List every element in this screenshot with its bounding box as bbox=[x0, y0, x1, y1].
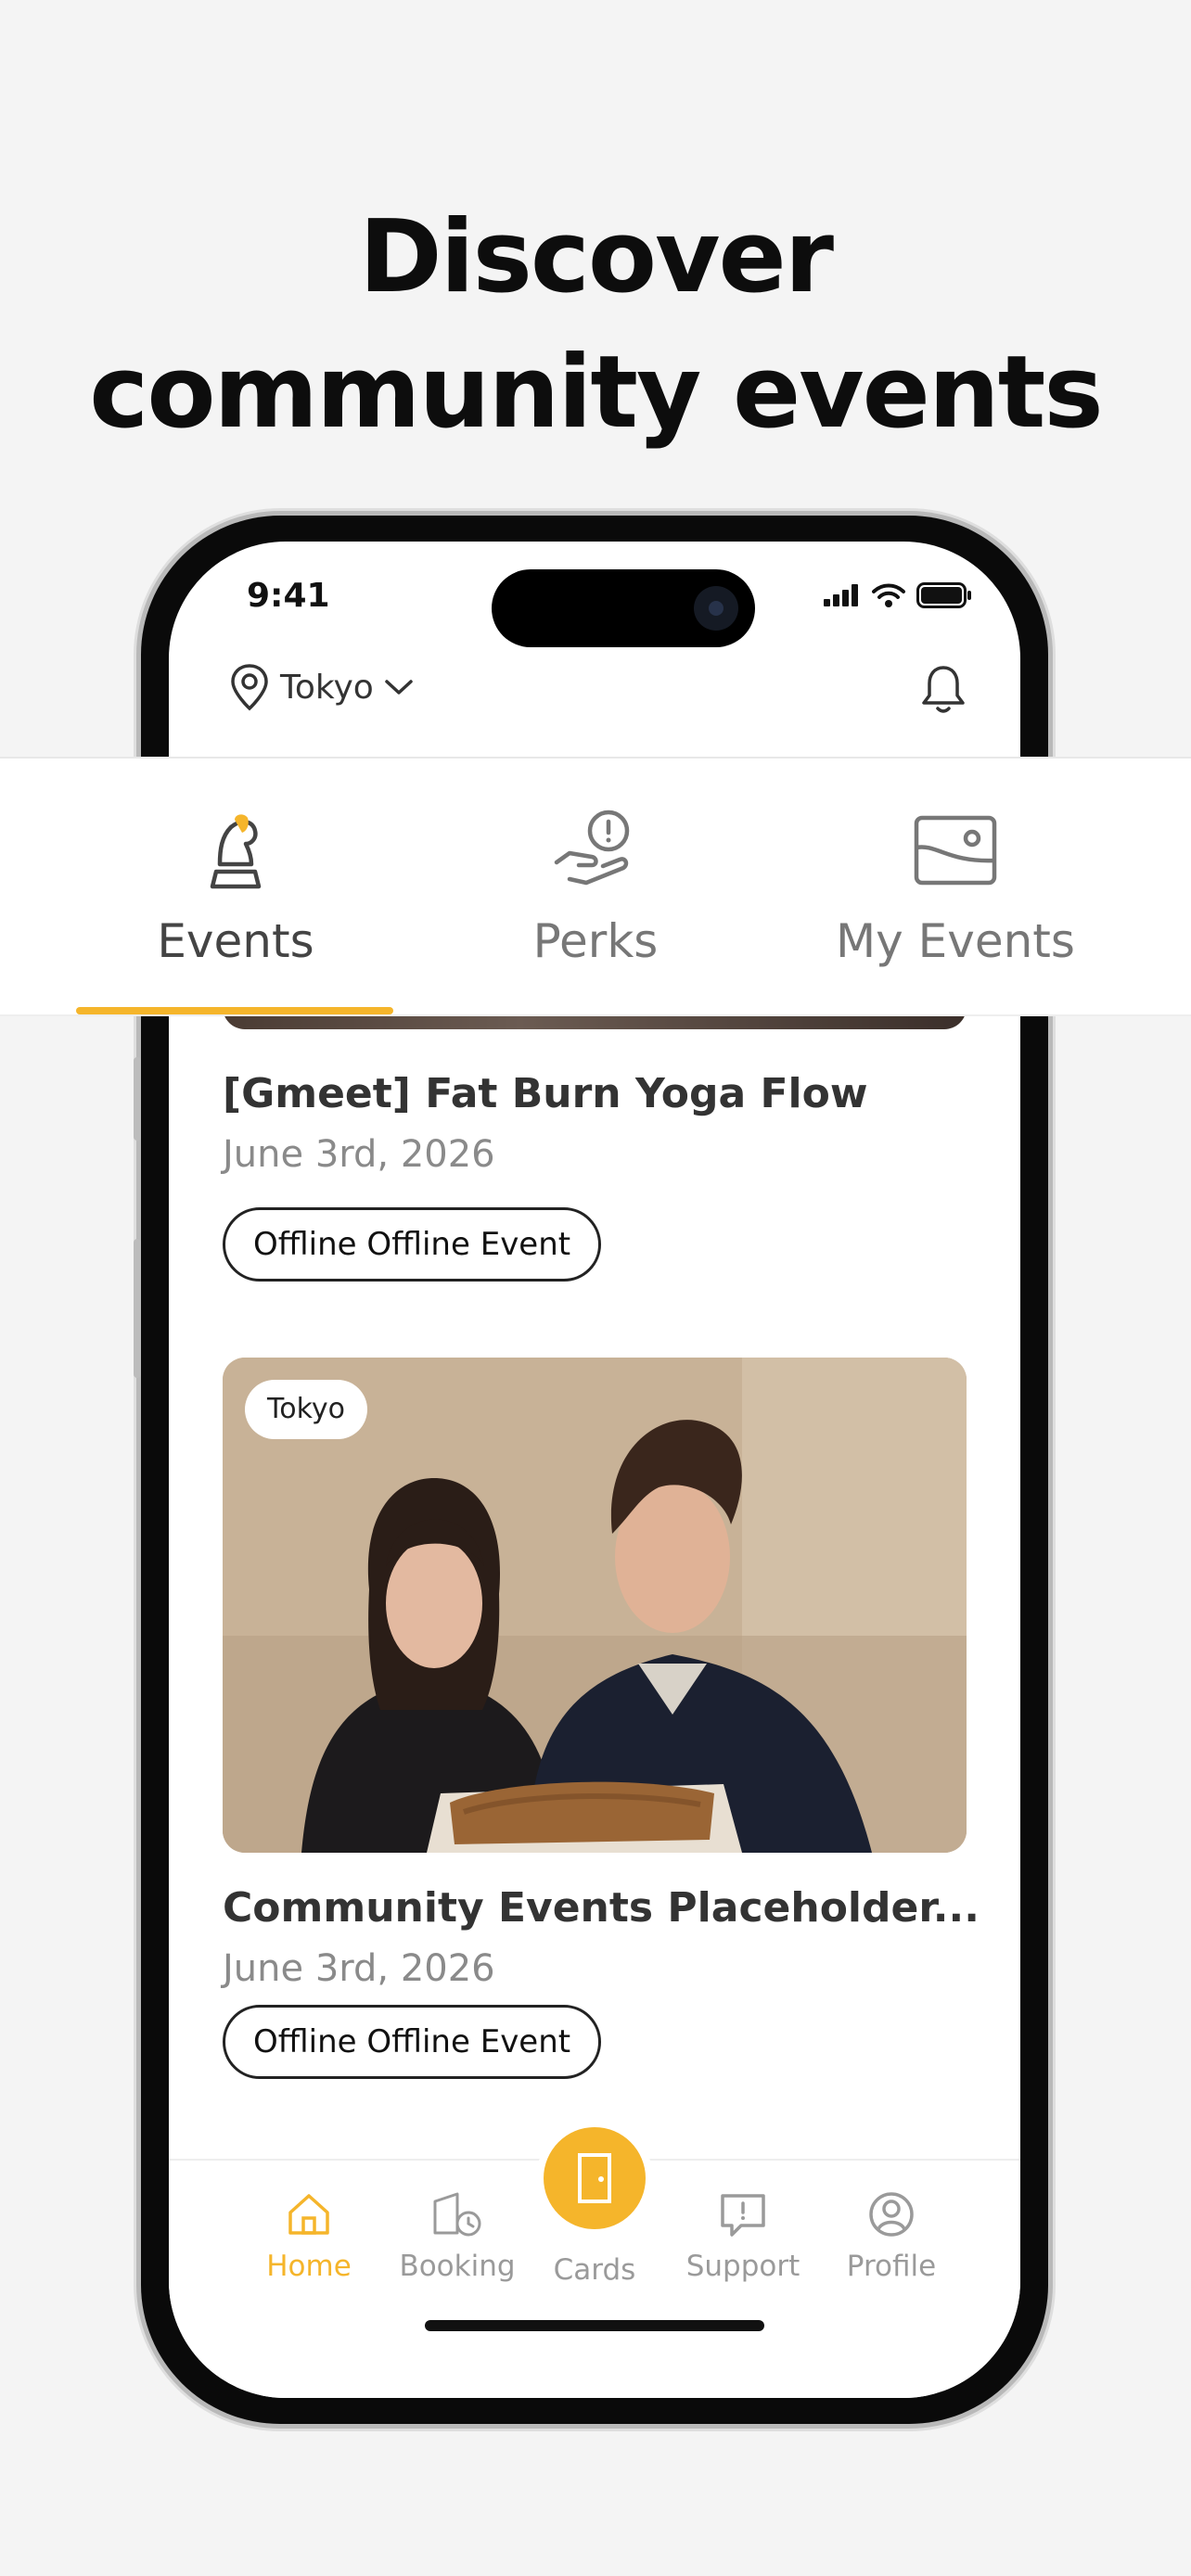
headline-line-2: community events bbox=[89, 335, 1103, 451]
nav-support-label: Support bbox=[685, 2250, 800, 2283]
phone-volume-button bbox=[134, 1239, 141, 1378]
knight-icon bbox=[210, 814, 262, 889]
status-icons bbox=[824, 582, 972, 608]
status-time: 9:41 bbox=[247, 577, 330, 615]
booking-icon bbox=[433, 2192, 481, 2237]
hand-coin-icon bbox=[554, 810, 630, 886]
cards-button[interactable] bbox=[544, 2127, 646, 2229]
active-tab-indicator bbox=[76, 1007, 393, 1014]
top-tabs: Events Perks My Events bbox=[0, 759, 1191, 1014]
nav-booking[interactable]: Booking bbox=[388, 2188, 527, 2283]
event-date: June 3rd, 2026 bbox=[223, 1133, 495, 1176]
event-type-chip[interactable]: Offline Offline Event bbox=[223, 1207, 602, 1282]
location-selector[interactable]: Tokyo bbox=[228, 662, 415, 712]
tab-my-events-label: My Events bbox=[836, 914, 1075, 968]
phone-mute-switch bbox=[134, 1057, 141, 1141]
tab-perks[interactable]: Perks bbox=[447, 807, 744, 968]
location-label: Tokyo bbox=[280, 668, 374, 707]
event-type-chip[interactable]: Offline Offline Event bbox=[223, 2005, 602, 2079]
pin-icon bbox=[231, 664, 268, 711]
door-icon bbox=[578, 2153, 611, 2203]
dynamic-island bbox=[492, 569, 755, 647]
nav-support[interactable]: Support bbox=[673, 2188, 813, 2283]
tab-my-events[interactable]: My Events bbox=[807, 807, 1104, 968]
chevron-down-icon bbox=[385, 680, 413, 695]
nav-cards[interactable]: Cards bbox=[525, 2253, 664, 2287]
wifi-icon bbox=[872, 583, 905, 607]
nav-home-label: Home bbox=[266, 2250, 352, 2283]
profile-icon bbox=[869, 2192, 914, 2237]
notifications-button[interactable] bbox=[918, 662, 968, 721]
bottom-nav: Home Booking Cards Support Profile bbox=[169, 2127, 1020, 2398]
signal-icon bbox=[824, 584, 858, 606]
nav-cards-label: Cards bbox=[553, 2253, 636, 2287]
home-indicator[interactable] bbox=[425, 2320, 764, 2331]
nav-profile-label: Profile bbox=[846, 2250, 937, 2283]
event-photo[interactable]: Tokyo bbox=[223, 1358, 967, 1853]
bell-icon bbox=[922, 666, 965, 713]
home-icon bbox=[288, 2194, 329, 2235]
event-date: June 3rd, 2026 bbox=[223, 1947, 495, 1990]
battery-icon bbox=[916, 582, 971, 608]
tab-events-label: Events bbox=[157, 914, 314, 968]
nav-booking-label: Booking bbox=[399, 2250, 516, 2283]
image-icon bbox=[914, 815, 997, 886]
nav-profile[interactable]: Profile bbox=[822, 2188, 961, 2283]
location-badge: Tokyo bbox=[245, 1380, 367, 1439]
chat-icon bbox=[721, 2194, 765, 2237]
event-title[interactable]: [Gmeet] Fat Burn Yoga Flow bbox=[223, 1070, 868, 1117]
tab-events[interactable]: Events bbox=[87, 807, 384, 968]
nav-home[interactable]: Home bbox=[239, 2188, 378, 2283]
headline-line-1: Discover bbox=[358, 199, 834, 315]
tab-perks-label: Perks bbox=[532, 914, 659, 968]
camera-icon bbox=[694, 586, 738, 631]
headline: Discover community events bbox=[0, 190, 1191, 461]
event-title[interactable]: Community Events Placeholder... bbox=[223, 1884, 980, 1932]
